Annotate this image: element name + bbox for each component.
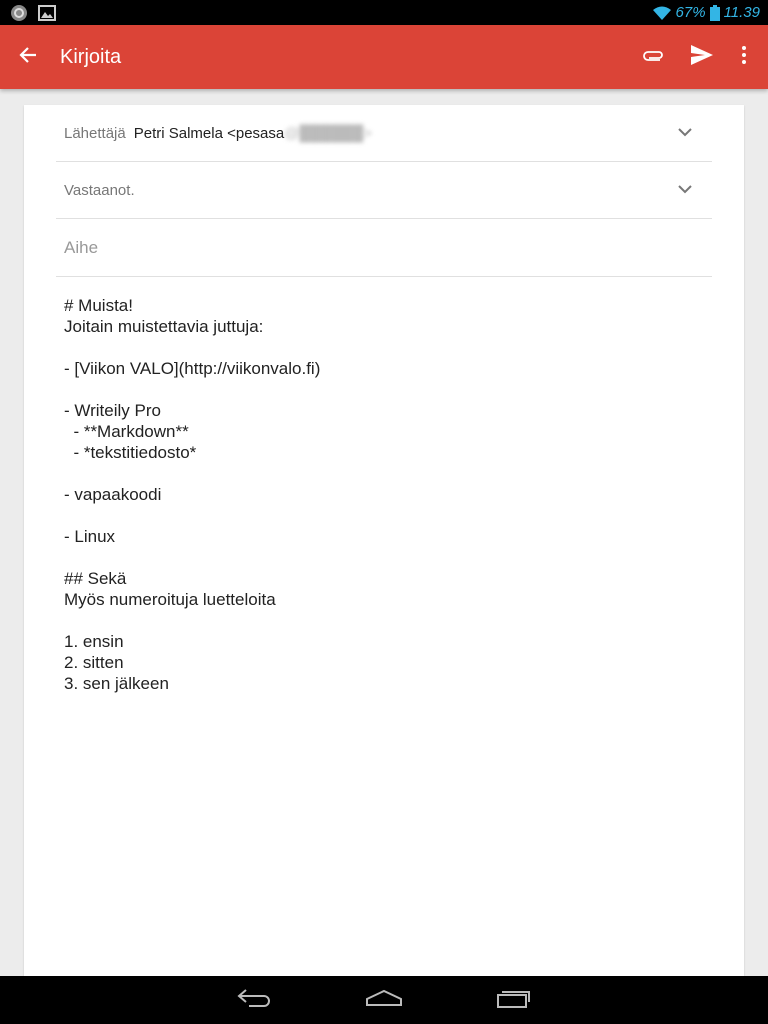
battery-level: 67% — [675, 4, 706, 21]
app-notification-icon — [10, 4, 28, 22]
home-icon — [366, 989, 402, 1012]
notification-icons — [10, 4, 56, 22]
from-value-blurred: @██████> — [284, 124, 372, 142]
chevron-down-icon[interactable] — [678, 124, 692, 142]
subject-input[interactable]: Aihe — [56, 219, 712, 277]
more-vert-icon — [742, 45, 746, 69]
paperclip-icon — [643, 48, 665, 66]
from-value: Petri Salmela <pesasa — [133, 124, 285, 142]
nav-home-button[interactable] — [354, 976, 414, 1024]
recents-icon — [497, 988, 531, 1013]
image-notification-icon — [38, 4, 56, 21]
message-body[interactable]: # Muista! Joitain muistettavia juttuja: … — [64, 295, 704, 694]
wifi-icon — [652, 5, 672, 21]
clock: 11.39 — [723, 4, 760, 21]
toolbar-actions — [630, 25, 768, 89]
nav-back-button[interactable] — [224, 976, 284, 1024]
page-title: Kirjoita — [60, 45, 122, 68]
chevron-down-icon[interactable] — [678, 181, 692, 199]
send-button[interactable] — [678, 25, 726, 89]
from-field[interactable]: Lähettäjä Petri Salmela <pesasa @██████> — [56, 105, 712, 162]
status-indicators: 67% 11.39 — [652, 4, 760, 21]
battery-icon — [709, 4, 720, 21]
to-field[interactable]: Vastaanot. — [56, 162, 712, 219]
nav-recents-button[interactable] — [484, 976, 544, 1024]
subject-placeholder: Aihe — [64, 237, 99, 257]
more-options-button[interactable] — [726, 25, 762, 89]
status-bar: 67% 11.39 — [0, 0, 768, 25]
app-bar: Kirjoita — [0, 25, 768, 89]
send-icon — [691, 44, 713, 70]
attach-button[interactable] — [630, 25, 678, 89]
from-label: Lähettäjä — [64, 124, 126, 142]
system-nav-bar — [0, 976, 768, 1024]
nav-back-icon — [237, 988, 271, 1013]
back-button[interactable] — [0, 25, 56, 89]
compose-card: Lähettäjä Petri Salmela <pesasa @██████>… — [24, 105, 744, 976]
arrow-back-icon — [19, 46, 37, 68]
to-label: Vastaanot. — [64, 181, 135, 199]
